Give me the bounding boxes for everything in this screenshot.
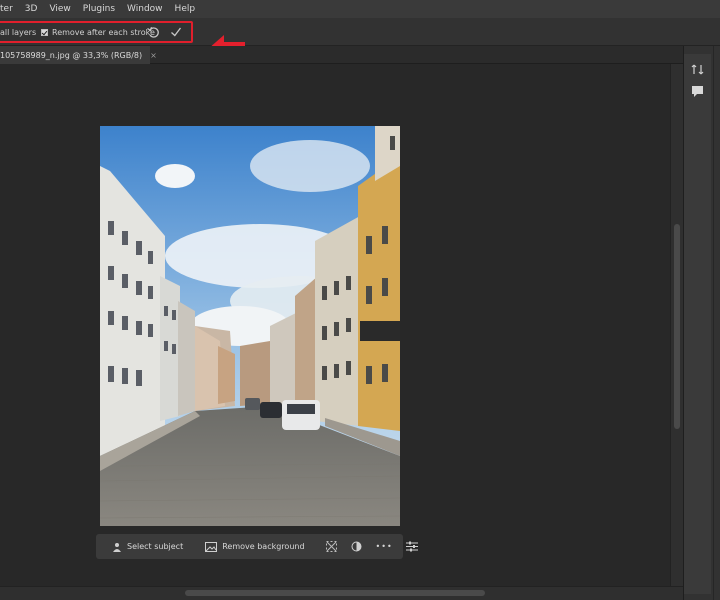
menu-3d[interactable]: 3D (19, 4, 44, 14)
horizontal-scrollbar[interactable] (0, 586, 683, 600)
document-title: 105758989_n.jpg @ 33,3% (RGB/8) (0, 50, 143, 60)
right-panel-dock (683, 46, 720, 600)
select-subject-label: Select subject (127, 542, 184, 551)
horizontal-scroll-thumb[interactable] (185, 590, 485, 596)
task-bar-settings-button[interactable] (405, 541, 418, 552)
menu-bar: ter 3D View Plugins Window Help (0, 0, 720, 18)
remove-after-stroke-checkbox[interactable] (41, 29, 48, 36)
menu-filter[interactable]: ter (0, 4, 19, 14)
comment-icon[interactable] (690, 84, 705, 99)
remove-after-stroke-option[interactable]: Remove after each stroke (41, 28, 155, 37)
vertical-scrollbar[interactable] (670, 64, 683, 586)
menu-help[interactable]: Help (169, 4, 202, 14)
transform-button[interactable] (325, 541, 337, 552)
menu-window[interactable]: Window (121, 4, 169, 14)
panel-divider (713, 46, 714, 600)
street-photo (100, 126, 400, 526)
tab-close-icon[interactable]: × (150, 51, 157, 60)
photoshop-window: ter 3D View Plugins Window Help all laye… (0, 0, 720, 600)
history-icon[interactable] (690, 62, 705, 77)
sample-all-layers-label: all layers (0, 28, 37, 37)
menu-plugins[interactable]: Plugins (77, 4, 121, 14)
contextual-task-bar: Select subject Remove background ••• (96, 534, 418, 559)
commit-check-icon[interactable] (169, 25, 183, 39)
vertical-scroll-thumb[interactable] (674, 224, 680, 429)
remove-background-button[interactable]: Remove background (205, 541, 305, 552)
image-icon (205, 541, 218, 552)
remove-after-stroke-label: Remove after each stroke (52, 28, 155, 37)
panel-icon-strip (684, 54, 711, 594)
sample-all-layers-option[interactable]: all layers (0, 28, 36, 37)
canvas-area[interactable]: Select subject Remove background ••• (0, 64, 670, 586)
select-subject-button[interactable]: Select subject (112, 542, 183, 552)
menu-view[interactable]: View (43, 4, 76, 14)
reset-icon[interactable] (146, 25, 160, 39)
document-tab-bar: 105758989_n.jpg @ 33,3% (RGB/8) × (0, 46, 683, 64)
person-icon (113, 542, 121, 552)
settings-sliders-icon (405, 541, 418, 552)
options-bar: all layers Remove after each stroke (0, 18, 720, 63)
adjust-icon (351, 541, 362, 552)
more-options-button[interactable]: ••• (376, 542, 393, 551)
transform-icon (325, 541, 337, 552)
document-tab[interactable]: 105758989_n.jpg @ 33,3% (RGB/8) × (0, 46, 157, 64)
adjust-button[interactable] (351, 541, 362, 552)
remove-background-label: Remove background (222, 542, 305, 551)
